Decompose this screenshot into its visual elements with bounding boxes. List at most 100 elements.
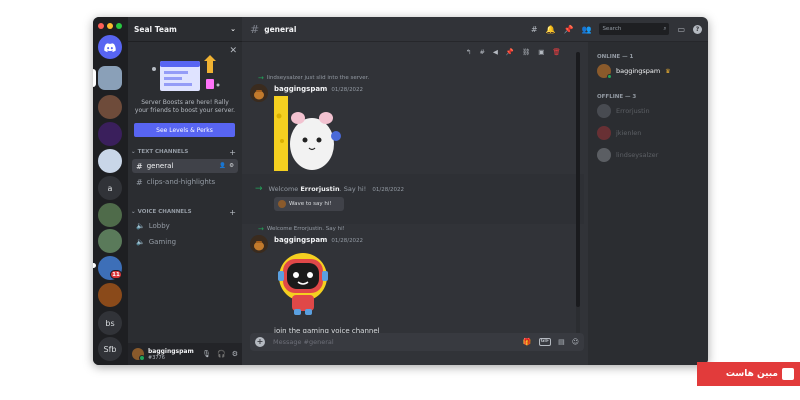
help-icon[interactable]: ?: [693, 24, 702, 34]
id-icon[interactable]: ▣: [538, 48, 544, 56]
server-name: Seal Team: [134, 24, 177, 34]
discord-logo-icon: [104, 42, 116, 52]
pin-icon[interactable]: 📌: [506, 48, 514, 56]
channel-general[interactable]: # general 👤 ⚙: [132, 159, 238, 173]
see-levels-perks-button[interactable]: See Levels & Perks: [134, 123, 235, 137]
close-window-button[interactable]: [98, 23, 104, 29]
add-channel-icon[interactable]: +: [229, 148, 236, 157]
member-list: ONLINE — 1 baggingspam ♛ OFFLINE — 3 Err…: [588, 42, 708, 365]
system-message-join: → lindseysalzer just slid into the serve…: [258, 74, 370, 82]
system-message-reply: → Welcome Errorjustin. Say hi!: [258, 225, 345, 233]
link-icon[interactable]: ⛓: [522, 48, 530, 56]
channel-clips-and-highlights[interactable]: # clips-and-highlights: [132, 175, 238, 189]
emoji-icon[interactable]: ☺: [572, 338, 579, 346]
server-icon-bs[interactable]: bs: [98, 311, 122, 335]
member-item[interactable]: Errorjustin: [597, 104, 650, 118]
server-header[interactable]: Seal Team ⌄: [128, 17, 242, 42]
seal-sticker-image: [274, 96, 341, 171]
gift-icon[interactable]: 🎁: [523, 338, 532, 346]
unread-indicator: [93, 263, 96, 268]
close-icon[interactable]: ✕: [229, 46, 237, 56]
voice-channel-lobby[interactable]: 🔈 Lobby: [132, 219, 238, 233]
message-input[interactable]: Message #general: [273, 338, 523, 346]
minimize-window-button[interactable]: [107, 23, 113, 29]
delete-icon[interactable]: 🗑: [552, 48, 560, 56]
gif-icon[interactable]: GIF: [538, 338, 552, 346]
speaker-icon: 🔈: [136, 238, 145, 246]
members-icon[interactable]: 👥: [581, 25, 591, 34]
member-item[interactable]: jkienlen: [597, 126, 641, 140]
welcome-message: → Welcome Errorjustin. Say hi! 01/28/202…: [255, 184, 405, 194]
gear-icon[interactable]: ⚙: [229, 163, 234, 169]
text-channels-category[interactable]: ⌄ TEXT CHANNELS +: [128, 147, 242, 157]
crown-icon: ♛: [665, 67, 671, 75]
channel-header: # general # 🔔 📌 👥 Search ⌕ ▭ ?: [242, 17, 708, 42]
member-avatar: [597, 126, 611, 140]
server-icon-1[interactable]: [98, 66, 122, 90]
member-avatar: [597, 64, 612, 79]
chevron-down-icon: ⌄: [230, 25, 236, 33]
watermark-text: مبین هاست: [725, 369, 778, 379]
user-avatar[interactable]: [132, 348, 145, 361]
server-icon-sfb[interactable]: Sfb: [98, 337, 122, 361]
user-name: baggingspam: [148, 347, 194, 355]
threads-icon[interactable]: #: [531, 25, 538, 34]
server-icon-7[interactable]: [98, 229, 122, 253]
window-controls: [98, 23, 122, 29]
add-attachment-icon[interactable]: +: [255, 337, 265, 347]
member-item[interactable]: baggingspam ♛: [597, 64, 671, 79]
message-actions: ↰ # ◀ 📌 ⛓ ▣ 🗑: [466, 48, 561, 56]
reply-icon[interactable]: ↰: [466, 48, 471, 56]
discord-window: a 11 bs Sfb Seal Team ⌄ ✕ Server Boosts …: [93, 17, 708, 365]
channel-title: general: [264, 24, 297, 34]
server-icon-3[interactable]: [98, 122, 122, 146]
money-bag-icon: [250, 235, 268, 253]
pin-icon[interactable]: 📌: [564, 25, 574, 34]
maximize-window-button[interactable]: [116, 23, 122, 29]
server-icon-9[interactable]: [98, 283, 122, 307]
member-avatar: [597, 148, 611, 162]
thread-icon[interactable]: #: [479, 48, 484, 56]
server-icon-6[interactable]: [98, 203, 122, 227]
mention-badge: 11: [110, 270, 122, 279]
active-server-indicator: [93, 69, 96, 87]
bell-icon[interactable]: 🔔: [546, 25, 556, 34]
server-rail: a 11 bs Sfb: [93, 17, 128, 365]
hash-icon: #: [136, 161, 143, 171]
home-button[interactable]: [98, 35, 122, 59]
message-author[interactable]: baggingspam 01/28/2022: [274, 236, 363, 244]
join-arrow-icon: →: [258, 74, 264, 82]
search-input[interactable]: Search ⌕: [599, 23, 670, 35]
reply-arrow-icon: →: [258, 225, 264, 233]
online-status-icon: [607, 74, 612, 79]
inbox-icon[interactable]: ▭: [677, 25, 685, 34]
offline-header: OFFLINE — 3: [597, 94, 637, 100]
message-avatar[interactable]: [250, 84, 268, 102]
microphone-icon[interactable]: 🎙: [202, 350, 211, 358]
user-panel: baggingspam #3776 🎙 🎧 ⚙: [128, 343, 242, 365]
server-icon-a[interactable]: a: [98, 176, 122, 200]
voice-channel-gaming[interactable]: 🔈 Gaming: [132, 235, 238, 249]
boost-illustration-icon: [152, 55, 220, 91]
gear-icon[interactable]: ⚙: [232, 350, 238, 358]
channel-sidebar: Seal Team ⌄ ✕ Server Boosts are here! Ra…: [128, 17, 242, 365]
headphones-icon[interactable]: 🎧: [217, 350, 226, 358]
online-header: ONLINE — 1: [597, 54, 634, 60]
server-boost-promo: ✕ Server Boosts are here! Rally your fri…: [128, 43, 242, 143]
message-author[interactable]: baggingspam 01/28/2022: [274, 85, 363, 93]
add-channel-icon[interactable]: +: [229, 208, 236, 217]
message-avatar[interactable]: [250, 235, 268, 253]
voice-channels-category[interactable]: ⌄ VOICE CHANNELS +: [128, 207, 242, 217]
hash-icon: #: [136, 177, 143, 187]
server-icon-2[interactable]: [98, 95, 122, 119]
member-item[interactable]: lindseysalzer: [597, 148, 658, 162]
invite-icon[interactable]: 👤: [219, 163, 226, 169]
message-list: ↰ # ◀ 📌 ⛓ ▣ 🗑 → lindseysalzer just slid …: [242, 42, 584, 342]
speaker-icon: 🔈: [136, 222, 145, 230]
megaphone-icon[interactable]: ◀: [493, 48, 498, 56]
sticker-icon[interactable]: ▤: [558, 338, 565, 346]
message-scrollbar[interactable]: [576, 52, 580, 337]
watermark: مبین هاست: [697, 362, 800, 386]
wave-button[interactable]: Wave to say hi!: [274, 197, 344, 211]
server-icon-4[interactable]: [98, 149, 122, 173]
